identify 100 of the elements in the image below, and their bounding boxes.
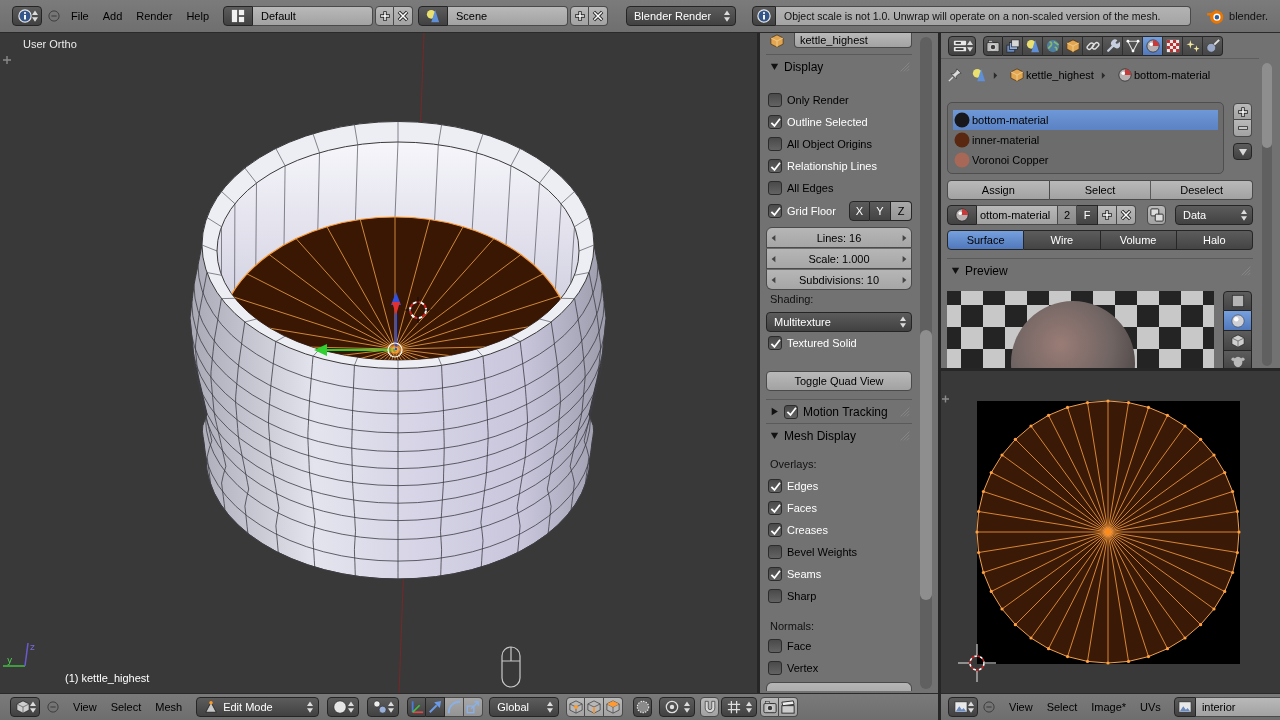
context-tab[interactable] <box>1003 35 1023 56</box>
slot-action-button[interactable]: Deselect <box>1151 180 1253 200</box>
scrollbar[interactable] <box>1262 63 1272 366</box>
checkbox-label[interactable]: All Object Origins <box>787 138 872 150</box>
material-slot[interactable]: bottom-material <box>953 110 1218 130</box>
render-engine-dropdown[interactable]: Blender Render <box>626 6 736 26</box>
checkbox[interactable] <box>768 479 782 493</box>
axis-toggle[interactable]: X <box>849 201 870 221</box>
image-name-field[interactable]: interior <box>1195 697 1280 717</box>
material-type-tab[interactable]: Wire <box>1024 230 1101 250</box>
menu-item[interactable]: View <box>66 697 104 717</box>
manipulator-toggle[interactable] <box>464 697 484 717</box>
slot-action-button[interactable]: Select <box>1049 180 1152 200</box>
proportional-dropdown[interactable] <box>659 697 696 717</box>
mode-dropdown[interactable]: Edit Mode <box>196 697 320 717</box>
context-tab[interactable] <box>1203 35 1223 56</box>
scrollbar-thumb[interactable] <box>920 330 932 600</box>
menu-item[interactable]: Mesh <box>148 697 190 717</box>
editor-type-button[interactable] <box>948 35 976 56</box>
info-button[interactable] <box>752 6 776 26</box>
link-dropdown[interactable]: Data <box>1175 205 1253 225</box>
preview-shape-button[interactable] <box>1223 311 1252 331</box>
plus-icon[interactable] <box>2 55 12 65</box>
preview-shape-button[interactable] <box>1223 291 1252 311</box>
delete-button[interactable] <box>589 6 608 26</box>
checkbox[interactable] <box>768 661 782 675</box>
checkbox[interactable] <box>768 336 782 350</box>
checkbox[interactable] <box>768 204 782 218</box>
menu-item[interactable]: UVs <box>1133 697 1168 717</box>
render-button[interactable] <box>779 697 799 717</box>
checkbox[interactable] <box>768 137 782 151</box>
screen-layout-field[interactable]: Default <box>253 6 373 26</box>
menu-item[interactable]: Add <box>95 6 130 26</box>
object-name-field[interactable]: kettle_highest <box>794 33 912 48</box>
checkbox-label[interactable]: Textured Solid <box>787 337 857 349</box>
axis-toggle[interactable]: Y <box>870 201 891 221</box>
checkbox[interactable] <box>768 639 782 653</box>
preview-shape-button[interactable] <box>1223 331 1252 351</box>
material-slot[interactable]: inner-material <box>953 130 1218 150</box>
select-mode-button[interactable] <box>585 697 605 717</box>
context-tab[interactable] <box>1183 35 1203 56</box>
pivot-dropdown[interactable] <box>367 697 400 717</box>
checkbox-label[interactable]: Only Render <box>787 94 849 106</box>
material-type-tab[interactable]: Halo <box>1176 230 1253 250</box>
layout-button[interactable] <box>223 6 253 26</box>
context-tab[interactable] <box>1163 35 1183 56</box>
delete-button[interactable] <box>1117 205 1136 225</box>
plus-icon[interactable] <box>941 394 950 404</box>
checkbox-label[interactable]: Creases <box>787 524 828 536</box>
axis-toggle[interactable]: Z <box>891 201 912 221</box>
editor-type-button[interactable] <box>10 697 40 717</box>
checkbox[interactable] <box>784 404 798 419</box>
slot-menu-button[interactable] <box>1233 143 1252 160</box>
number-field[interactable]: Subdivisions: 10 <box>766 269 912 290</box>
panel-title[interactable]: Preview <box>965 263 1008 278</box>
material-type-tab[interactable]: Volume <box>1100 230 1177 250</box>
shading-dropdown[interactable]: Multitexture <box>766 312 912 332</box>
manipulator-toggle[interactable] <box>426 697 446 717</box>
checkbox-label[interactable]: Grid Floor <box>787 205 836 217</box>
menu-item[interactable]: Help <box>179 6 216 26</box>
checkbox[interactable] <box>768 589 782 603</box>
checkbox[interactable] <box>768 501 782 515</box>
checkbox-label[interactable]: Vertex <box>787 662 819 674</box>
editor-type-button[interactable] <box>948 697 978 717</box>
slot-action-button[interactable]: Assign <box>947 180 1050 200</box>
editor-type-button[interactable] <box>12 6 42 26</box>
number-field[interactable]: Lines: 16 <box>766 227 912 248</box>
shading-dropdown[interactable] <box>327 697 360 717</box>
scene-field[interactable]: Scene <box>448 6 568 26</box>
add-button[interactable] <box>375 6 394 26</box>
material-slot[interactable]: Voronoi Copper <box>953 150 1218 170</box>
material-name-field[interactable]: ottom-material <box>977 205 1058 225</box>
fake-user-toggle[interactable]: F <box>1077 205 1098 225</box>
checkbox[interactable] <box>768 159 782 173</box>
menu-item[interactable]: File <box>64 6 96 26</box>
preview-shape-button[interactable] <box>1223 351 1252 368</box>
context-tab[interactable] <box>1023 35 1043 56</box>
material-browse-button[interactable] <box>947 205 977 225</box>
menu-item[interactable]: View <box>1002 697 1040 717</box>
checkbox[interactable] <box>768 93 782 107</box>
menu-item[interactable]: Select <box>1039 697 1085 717</box>
render-button[interactable] <box>760 697 780 717</box>
checkbox[interactable] <box>768 523 782 537</box>
checkbox-label[interactable]: Seams <box>787 568 822 580</box>
menu-item[interactable]: Render <box>129 6 180 26</box>
context-tab[interactable] <box>983 35 1003 56</box>
scrollbar[interactable] <box>920 37 932 689</box>
orientation-dropdown[interactable]: Global <box>489 697 560 717</box>
checkbox-label[interactable]: Outline Selected <box>787 116 868 128</box>
add-button[interactable] <box>570 6 589 26</box>
scene-button[interactable] <box>418 6 448 26</box>
context-tab[interactable] <box>1043 35 1063 56</box>
number-field[interactable] <box>766 682 912 691</box>
checkbox-label[interactable]: Bevel Weights <box>787 546 858 558</box>
panel-title[interactable]: Mesh Display <box>784 428 857 443</box>
checkbox-label[interactable]: Faces <box>787 502 817 514</box>
checkbox[interactable] <box>768 545 782 559</box>
context-tab[interactable] <box>1143 35 1163 56</box>
remove-slot-button[interactable] <box>1233 120 1252 137</box>
add-slot-button[interactable] <box>1233 103 1252 120</box>
